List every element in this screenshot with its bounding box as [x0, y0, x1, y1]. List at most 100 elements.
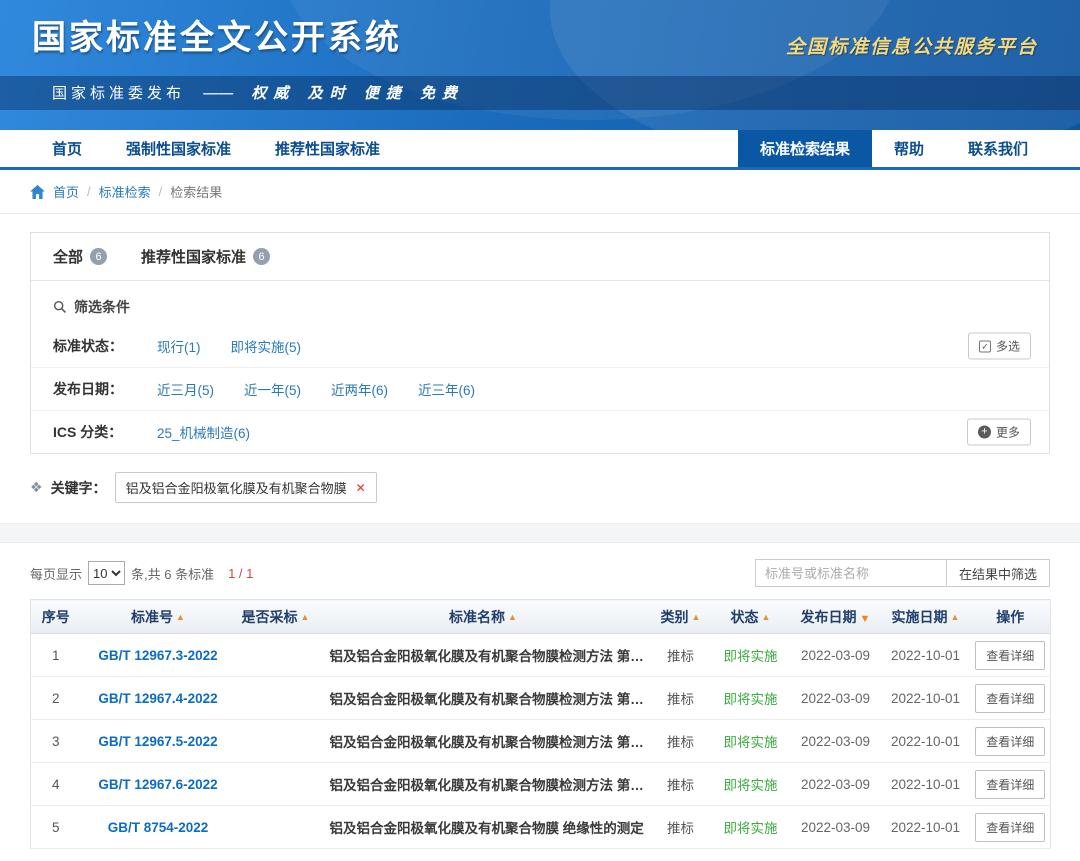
view-detail-button[interactable]: 查看详细	[975, 770, 1045, 799]
status-cell: 即将实施	[711, 677, 791, 720]
breadcrumb: 首页 / 标准检索 / 检索结果	[0, 170, 1080, 214]
filter-title-label: 筛选条件	[74, 297, 130, 317]
dash-text: ——	[203, 85, 233, 102]
adopted-cell	[236, 763, 316, 806]
multi-select-label: 多选	[996, 338, 1020, 355]
results-table: 序号 标准号▲ 是否采标▲ 标准名称▲ 类别▲ 状态▲ 发布日期▼ 实施日期▲ …	[30, 599, 1051, 849]
more-button[interactable]: + 更多	[967, 419, 1031, 446]
table-row: 5 GB/T 8754-2022 铝及铝合金阳极氧化膜及有机聚合物膜 绝缘性的测…	[31, 806, 1051, 849]
impl-date-cell: 2022-10-01	[881, 677, 971, 720]
standard-code-cell: GB/T 12967.6-2022	[81, 763, 236, 806]
column-header-status[interactable]: 状态▲	[711, 600, 791, 634]
category-cell: 推标	[651, 763, 711, 806]
publish-date-cell: 2022-03-09	[791, 677, 881, 720]
view-detail-button[interactable]: 查看详细	[975, 813, 1045, 842]
result-search-input[interactable]	[755, 559, 947, 587]
per-page-label: 每页显示	[30, 564, 82, 583]
filter-option-2years[interactable]: 近两年(6)	[331, 379, 388, 399]
filter-option-3months[interactable]: 近三月(5)	[157, 379, 214, 399]
filter-title: 筛选条件	[31, 281, 1049, 325]
column-header-publish-date[interactable]: 发布日期▼	[791, 600, 881, 634]
action-cell: 查看详细	[971, 763, 1051, 806]
publisher-text: 国家标准委发布	[52, 84, 185, 102]
keyword-tag: 铝及铝合金阳极氧化膜及有机聚合物膜 ✕	[115, 472, 377, 503]
view-detail-button[interactable]: 查看详细	[975, 641, 1045, 670]
keyword-label: 关键字：	[51, 478, 107, 498]
adopted-cell	[236, 634, 316, 677]
tab-all-label: 全部	[53, 246, 83, 267]
filter-row-status: 标准状态： 现行(1) 即将实施(5) ✓ 多选	[31, 325, 1049, 368]
row-index: 2	[31, 677, 81, 720]
result-count-text: 条,共 6 条标准	[131, 564, 214, 583]
filter-option-upcoming[interactable]: 即将实施(5)	[231, 336, 302, 356]
breadcrumb-home[interactable]: 首页	[53, 182, 79, 201]
view-detail-button[interactable]: 查看详细	[975, 684, 1045, 713]
nav-item-help[interactable]: 帮助	[872, 130, 946, 167]
standard-code-link[interactable]: GB/T 12967.6-2022	[98, 777, 217, 792]
view-detail-button[interactable]: 查看详细	[975, 727, 1045, 756]
nav-item-home[interactable]: 首页	[30, 130, 104, 167]
breadcrumb-standard-search[interactable]: 标准检索	[99, 182, 151, 201]
impl-date-cell: 2022-10-01	[881, 720, 971, 763]
nav-item-mandatory-standards[interactable]: 强制性国家标准	[104, 130, 253, 167]
breadcrumb-separator: /	[87, 184, 91, 199]
tab-all[interactable]: 全部 6	[53, 246, 107, 267]
breadcrumb-separator: /	[159, 184, 163, 199]
standard-name-cell: 铝及铝合金阳极氧化膜及有机聚合物膜检测方法 第5部分：抗...	[316, 720, 651, 763]
adopted-cell	[236, 720, 316, 763]
column-header-impl-date[interactable]: 实施日期▲	[881, 600, 971, 634]
publish-date-cell: 2022-03-09	[791, 720, 881, 763]
sort-asc-icon: ▲	[301, 612, 310, 622]
remove-keyword-icon[interactable]: ✕	[356, 481, 366, 495]
publish-date-cell: 2022-03-09	[791, 763, 881, 806]
publish-date-cell: 2022-03-09	[791, 634, 881, 677]
filter-label-status: 标准状态：	[53, 336, 157, 356]
row-index: 5	[31, 806, 81, 849]
banner-subbar: 国家标准委发布 —— 权威 及时 便捷 免费	[0, 76, 1080, 110]
nav-item-search-results[interactable]: 标准检索结果	[738, 130, 872, 167]
tab-recommended[interactable]: 推荐性国家标准 6	[141, 246, 270, 267]
column-header-name[interactable]: 标准名称▲	[316, 600, 651, 634]
column-header-category[interactable]: 类别▲	[651, 600, 711, 634]
standard-code-cell: GB/T 12967.4-2022	[81, 677, 236, 720]
standard-name-cell: 铝及铝合金阳极氧化膜及有机聚合物膜检测方法 第6部分：色...	[316, 763, 651, 806]
status-cell: 即将实施	[711, 806, 791, 849]
table-row: 4 GB/T 12967.6-2022 铝及铝合金阳极氧化膜及有机聚合物膜检测方…	[31, 763, 1051, 806]
main-content: 全部 6 推荐性国家标准 6 筛选条件 标准状态： 现行(1) 即将实施(5) …	[0, 232, 1080, 849]
impl-date-cell: 2022-10-01	[881, 763, 971, 806]
slogan-text: 权威 及时 便捷 免费	[251, 84, 464, 102]
page-indicator: 1 / 1	[228, 566, 253, 581]
standard-code-cell: GB/T 12967.3-2022	[81, 634, 236, 677]
tab-recommended-count-badge: 6	[253, 248, 270, 265]
column-header-index: 序号	[31, 600, 81, 634]
filter-option-3years[interactable]: 近三年(6)	[418, 379, 475, 399]
results-toolbar: 每页显示 10 条,共 6 条标准 1 / 1 在结果中筛选	[30, 559, 1050, 587]
column-header-adopted[interactable]: 是否采标▲	[236, 600, 316, 634]
multi-select-button[interactable]: ✓ 多选	[968, 333, 1031, 360]
adopted-cell	[236, 806, 316, 849]
category-cell: 推标	[651, 634, 711, 677]
per-page-select[interactable]: 10	[88, 561, 125, 585]
filter-in-results-button[interactable]: 在结果中筛选	[946, 559, 1050, 587]
nav-item-contact[interactable]: 联系我们	[946, 130, 1050, 167]
nav-item-recommended-standards[interactable]: 推荐性国家标准	[253, 130, 402, 167]
column-header-code[interactable]: 标准号▲	[81, 600, 236, 634]
results-section: 每页显示 10 条,共 6 条标准 1 / 1 在结果中筛选 序号 标准号▲	[0, 559, 1080, 849]
filter-option-current[interactable]: 现行(1)	[157, 336, 201, 356]
sort-asc-icon: ▲	[692, 612, 701, 622]
tab-all-count-badge: 6	[90, 248, 107, 265]
filter-option-1year[interactable]: 近一年(5)	[244, 379, 301, 399]
publish-date-cell: 2022-03-09	[791, 806, 881, 849]
checkbox-icon: ✓	[979, 340, 991, 352]
standard-code-link[interactable]: GB/T 8754-2022	[108, 820, 209, 835]
filter-label-publish-date: 发布日期：	[53, 379, 157, 399]
table-row: 3 GB/T 12967.5-2022 铝及铝合金阳极氧化膜及有机聚合物膜检测方…	[31, 720, 1051, 763]
status-cell: 即将实施	[711, 763, 791, 806]
impl-date-cell: 2022-10-01	[881, 634, 971, 677]
standard-code-link[interactable]: GB/T 12967.4-2022	[98, 691, 217, 706]
standard-code-link[interactable]: GB/T 12967.3-2022	[98, 648, 217, 663]
filter-option-machinery[interactable]: 25_机械制造(6)	[157, 422, 250, 442]
sort-asc-icon: ▲	[951, 612, 960, 622]
standard-code-link[interactable]: GB/T 12967.5-2022	[98, 734, 217, 749]
more-label: 更多	[996, 424, 1020, 441]
